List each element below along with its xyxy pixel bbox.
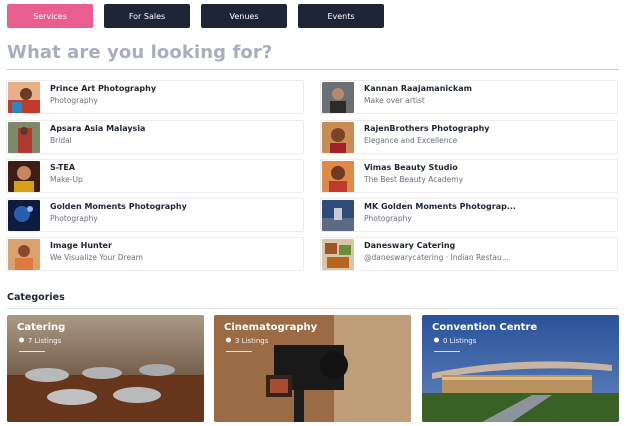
categories-divider xyxy=(7,308,619,309)
vendor-subtitle: We Visualize Your Dream xyxy=(50,253,143,262)
vendor-card[interactable]: Image Hunter We Visualize Your Dream xyxy=(6,237,304,271)
vendor-name: Apsara Asia Malaysia xyxy=(50,124,146,133)
tab-for-sales[interactable]: For Sales xyxy=(104,4,190,28)
vendor-card[interactable]: Vimas Beauty Studio The Best Beauty Acad… xyxy=(320,159,618,193)
category-card-cinematography[interactable]: Cinematography 3 Listings xyxy=(214,315,411,422)
category-name: Cinematography xyxy=(224,322,318,333)
vendor-thumbnail xyxy=(322,82,354,113)
vendor-thumbnail xyxy=(322,161,354,192)
vendor-subtitle: Elegance and Excellence xyxy=(364,136,458,145)
vendor-name: Kannan Raajamanickam xyxy=(364,84,472,93)
vendor-subtitle: @daneswarycatering · Indian Restau... xyxy=(364,253,509,262)
category-underline xyxy=(19,351,45,352)
vendor-name: Daneswary Catering xyxy=(364,241,456,250)
vendor-thumbnail xyxy=(8,239,40,270)
category-count: 7 Listings xyxy=(28,337,62,345)
service-tabs: Services For Sales Venues Events xyxy=(7,4,384,28)
vendor-name: RajenBrothers Photography xyxy=(364,124,490,133)
vendor-subtitle: Photography xyxy=(364,214,412,223)
vendor-name: Image Hunter xyxy=(50,241,112,250)
category-name: Convention Centre xyxy=(432,322,538,333)
category-card-catering[interactable]: Catering 7 Listings xyxy=(7,315,204,422)
tab-venues[interactable]: Venues xyxy=(201,4,287,28)
vendor-card[interactable]: S-TEA Make-Up xyxy=(6,159,304,193)
vendor-thumbnail xyxy=(8,161,40,192)
vendor-card[interactable]: Prince Art Photography Photography xyxy=(6,80,304,114)
vendor-name: S-TEA xyxy=(50,163,76,172)
heading-divider xyxy=(7,69,619,70)
vendor-thumbnail xyxy=(8,200,40,231)
vendor-subtitle: Make-Up xyxy=(50,175,83,184)
category-count: 0 Listings xyxy=(443,337,477,345)
vendor-card[interactable]: Daneswary Catering @daneswarycatering · … xyxy=(320,237,618,271)
category-underline xyxy=(434,351,460,352)
tab-events[interactable]: Events xyxy=(298,4,384,28)
vendor-name: MK Golden Moments Photograp... xyxy=(364,202,516,211)
vendor-thumbnail xyxy=(322,200,354,231)
vendor-subtitle: Photography xyxy=(50,96,98,105)
vendor-list: Prince Art Photography Photography Apsar… xyxy=(6,80,619,275)
category-underline xyxy=(226,351,252,352)
vendor-name: Golden Moments Photography xyxy=(50,202,187,211)
categories-title: Categories xyxy=(7,292,65,303)
vendor-thumbnail xyxy=(8,82,40,113)
page-title: What are you looking for? xyxy=(7,42,273,63)
category-count: 3 Listings xyxy=(235,337,269,345)
vendor-card[interactable]: MK Golden Moments Photograp... Photograp… xyxy=(320,198,618,232)
tab-services[interactable]: Services xyxy=(7,4,93,28)
map-pin-icon xyxy=(434,337,439,343)
page: Services For Sales Venues Events What ar… xyxy=(0,0,640,426)
vendor-name: Vimas Beauty Studio xyxy=(364,163,458,172)
vendor-subtitle: Make over artist xyxy=(364,96,425,105)
vendor-card[interactable]: Kannan Raajamanickam Make over artist xyxy=(320,80,618,114)
vendor-subtitle: Photography xyxy=(50,214,98,223)
map-pin-icon xyxy=(19,337,24,343)
vendor-card[interactable]: Golden Moments Photography Photography xyxy=(6,198,304,232)
map-pin-icon xyxy=(226,337,231,343)
vendor-name: Prince Art Photography xyxy=(50,84,157,93)
category-name: Catering xyxy=(17,322,66,333)
vendor-thumbnail xyxy=(322,239,354,270)
vendor-subtitle: The Best Beauty Academy xyxy=(364,175,464,184)
vendor-thumbnail xyxy=(322,122,354,153)
vendor-subtitle: Bridal xyxy=(50,136,72,145)
vendor-thumbnail xyxy=(8,122,40,153)
category-card-convention-centre[interactable]: Convention Centre 0 Listings xyxy=(422,315,619,422)
vendor-card[interactable]: RajenBrothers Photography Elegance and E… xyxy=(320,120,618,154)
vendor-card[interactable]: Apsara Asia Malaysia Bridal xyxy=(6,120,304,154)
